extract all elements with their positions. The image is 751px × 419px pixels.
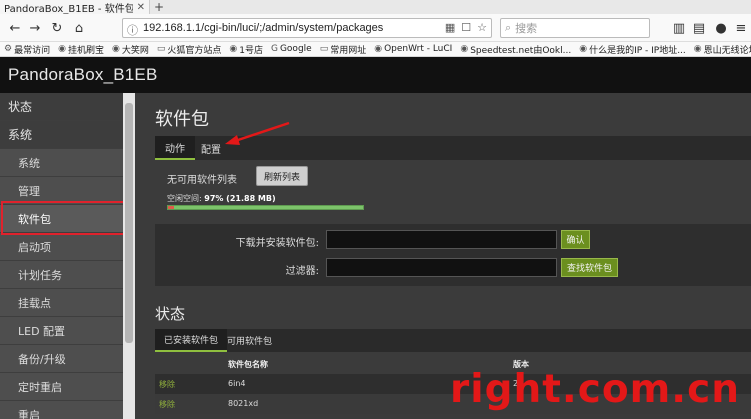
highlight-box	[1, 201, 127, 235]
qr-code-icon[interactable]: ▦	[445, 21, 455, 34]
search-input[interactable]: ⌕ 搜索	[500, 18, 650, 38]
reader-icon[interactable]: ☐	[461, 21, 471, 34]
bookmarks-bar: ⚙ 最常访问 ◉ 挂机刷宝 ◉ 大笑网 ▭ 火狐官方站点 ◉ 1号店 G Google ▭ 常用网址 ◉ Op…	[0, 42, 751, 57]
gear-icon: ⚙	[4, 44, 13, 54]
package-name: 6in4	[228, 379, 246, 388]
sidebar-item[interactable]: 启动项	[0, 233, 123, 261]
remove-link[interactable]: 移除	[159, 399, 175, 410]
no-list-text: 无可用软件列表	[167, 175, 237, 186]
install-filter-panel: 下载并安装软件包: 确认 过滤器: 查找软件包	[155, 224, 751, 286]
free-space-text: 空闲空间: 97% (21.88 MB)	[167, 194, 276, 203]
bookmark-item[interactable]: G Google	[271, 44, 312, 54]
sidebar-item[interactable]: 状态	[0, 93, 123, 121]
bookmark-item[interactable]: ◉恩山无线论坛 - Powe...	[694, 43, 751, 56]
bookmark-item[interactable]: ◉ 挂机刷宝	[58, 43, 104, 56]
sidebar-item[interactable]: LED 配置	[0, 317, 123, 345]
status-heading: 状态	[155, 305, 186, 323]
bookmark-item[interactable]: ◉ OpenWrt - LuCI	[374, 44, 452, 54]
brand-title[interactable]: PandoraBox_B1EB	[8, 65, 158, 85]
bookmark-item[interactable]: ◉ 什么是我的IP - IP地址...	[579, 43, 686, 56]
bookmark-label: Speedtest.net由Ookl...	[470, 45, 572, 56]
address-bar[interactable]: ⓘ 192.168.1.1/cgi-bin/luci/;/admin/syste…	[122, 18, 492, 38]
scroll-thumb[interactable]	[125, 103, 133, 343]
home-icon[interactable]: ⌂	[70, 19, 88, 37]
filter-input[interactable]	[326, 258, 557, 277]
close-icon[interactable]: ✕	[133, 2, 149, 13]
bookmark-item[interactable]: ◉ 大笑网	[112, 43, 149, 56]
url-text: 192.168.1.1/cgi-bin/luci/;/admin/system/…	[143, 22, 384, 34]
folder-icon: ▭	[156, 44, 166, 54]
bookmark-label: 恩山无线论坛 - Powe...	[703, 45, 751, 56]
globe-icon: ◉	[111, 44, 120, 54]
library-icon[interactable]: ▥	[670, 19, 688, 37]
search-icon: ⌕	[505, 21, 512, 34]
red-arrow-annotation	[225, 121, 290, 145]
bookmark-item[interactable]: ◉ 1号店	[229, 43, 263, 56]
bookmark-item[interactable]: ▭ 常用网址	[320, 43, 367, 56]
find-package-button[interactable]: 查找软件包	[561, 258, 618, 277]
sidebar-item[interactable]: 挂载点	[0, 289, 123, 317]
ok-button[interactable]: 确认	[561, 230, 590, 249]
bookmark-label: OpenWrt - LuCI	[384, 44, 453, 54]
bookmark-label: Google	[279, 44, 312, 54]
watermark-text: right.com.cn	[450, 367, 740, 412]
package-name: 8021xd	[228, 399, 259, 408]
bookmark-item[interactable]: ▭ 火狐官方站点	[157, 43, 222, 56]
luci-header: PandoraBox_B1EB	[0, 57, 751, 93]
sidebar-item[interactable]: 计划任务	[0, 261, 123, 289]
back-icon[interactable]: ←	[6, 19, 24, 37]
globe-icon: ◉	[693, 44, 702, 54]
filter-label: 过滤器:	[285, 266, 319, 277]
bookmark-star-icon[interactable]: ☆	[477, 21, 487, 34]
bookmark-label: 挂机刷宝	[67, 45, 104, 56]
browser-tab[interactable]: PandoraBox_B1EB - 软件包 - L ✕	[0, 0, 150, 15]
globe-icon: ◉	[58, 44, 66, 54]
tab-title: PandoraBox_B1EB - 软件包 - L	[4, 3, 133, 15]
new-tab-icon[interactable]: +	[154, 0, 164, 14]
bookmark-label: 最常访问	[14, 45, 51, 56]
bookmark-label: 什么是我的IP - IP地址...	[589, 45, 686, 56]
bookmark-item[interactable]: ⚙ 最常访问	[4, 43, 50, 56]
extension-icon[interactable]: ●	[712, 19, 730, 37]
free-space-progress	[167, 205, 364, 210]
sidebar-item[interactable]: 备份/升级	[0, 345, 123, 373]
download-install-label: 下载并安装软件包:	[235, 238, 319, 249]
sidebar-item[interactable]: 重启	[0, 401, 123, 419]
search-placeholder: 搜索	[515, 22, 538, 35]
tab-available-packages[interactable]: 可用软件包	[218, 329, 281, 352]
globe-icon: ◉	[579, 44, 588, 54]
bookmark-label: 常用网址	[330, 45, 367, 56]
globe-icon: ◉	[460, 44, 469, 54]
sidebar-scrollbar[interactable]	[123, 93, 135, 419]
sidebar-item[interactable]: 定时重启	[0, 373, 123, 401]
status-tabs: 已安装软件包 可用软件包	[155, 329, 751, 352]
refresh-list-button[interactable]: 刷新列表	[256, 166, 308, 186]
google-icon: G	[270, 44, 278, 54]
remove-link[interactable]: 移除	[159, 379, 175, 390]
page-title: 软件包	[155, 109, 209, 130]
sidebar-menu: 状态 系统 系统 管理 软件包 启动项 计划任务 挂载点 LED 配置 备份/升级 定时重启 重启	[0, 93, 123, 419]
bookmark-item[interactable]: ◉ Speedtest.net由Ookl...	[460, 43, 571, 56]
package-url-input[interactable]	[326, 230, 557, 249]
forward-icon[interactable]: →	[26, 19, 44, 37]
menu-icon[interactable]: ≡	[732, 19, 750, 37]
used-space-fill	[168, 206, 174, 209]
browser-toolbar: ← → ↻ ⌂ ⓘ 192.168.1.1/cgi-bin/luci/;/adm…	[0, 14, 751, 42]
bookmark-label: 大笑网	[121, 45, 149, 56]
globe-icon: ◉	[374, 44, 383, 54]
browser-tab-bar: PandoraBox_B1EB - 软件包 - L ✕ +	[0, 0, 751, 15]
bookmark-label: 火狐官方站点	[167, 45, 222, 56]
column-header-name: 软件包名称	[228, 360, 268, 369]
reload-icon[interactable]: ↻	[48, 19, 66, 37]
package-list-panel: 无可用软件列表 刷新列表 空闲空间: 97% (21.88 MB)	[155, 160, 751, 216]
bookmark-label: 1号店	[239, 45, 263, 56]
sidebar-icon[interactable]: ▤	[690, 19, 708, 37]
sidebar-item[interactable]: 系统	[0, 121, 123, 149]
tab-actions[interactable]: 动作	[155, 136, 195, 160]
sidebar-item[interactable]: 系统	[0, 149, 123, 177]
tab-installed-packages[interactable]: 已安装软件包	[155, 329, 228, 352]
info-icon[interactable]: ⓘ	[127, 22, 138, 38]
globe-icon: ◉	[229, 44, 238, 54]
folder-icon: ▭	[319, 44, 329, 54]
